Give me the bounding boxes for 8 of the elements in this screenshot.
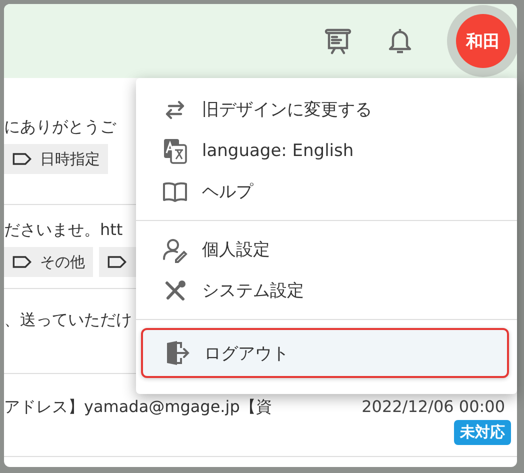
date-text: 2022/12/06 00:00 bbox=[362, 396, 505, 418]
message-preview: ださいませ。htt bbox=[4, 219, 123, 241]
tag-label: 日時指定 bbox=[40, 150, 100, 168]
message-preview: にありがとうご bbox=[4, 116, 116, 138]
message-preview: 、送っていただけ bbox=[4, 309, 132, 331]
message-preview: アドレス】yamada@mgage.jp【資 bbox=[4, 396, 272, 418]
tag-label: その他 bbox=[40, 252, 85, 272]
status-badge: 未対応 bbox=[454, 420, 511, 445]
